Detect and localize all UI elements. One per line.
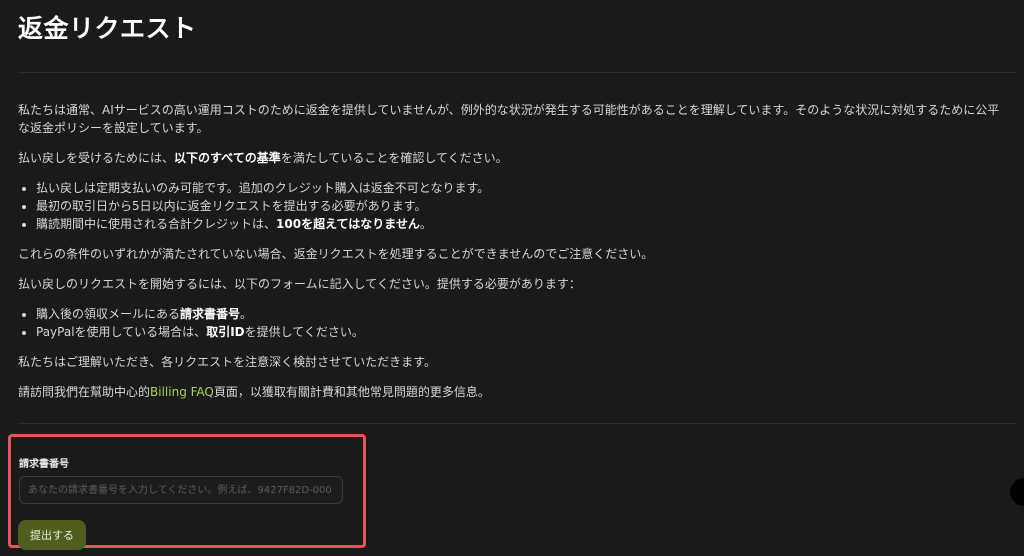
criteria-item-2: 最初の取引日から5日以内に返金リクエストを提出する必要があります。 <box>36 197 1008 215</box>
floating-circle-button[interactable] <box>1010 478 1024 506</box>
criteria-suffix: を満たしていることを確認してください。 <box>280 151 508 165</box>
instructions-paragraph: 払い戻しのリクエストを開始するには、以下のフォームに記入してください。提供する必… <box>18 277 581 291</box>
faq-prefix: 請訪問我們在幫助中心的 <box>18 385 151 399</box>
criteria-prefix: 払い戻しを受けるためには、 <box>18 151 175 165</box>
page-title: 返金リクエスト <box>18 14 197 43</box>
requirement-2-prefix: PayPalを使用している場合は、 <box>36 325 207 339</box>
intro-paragraph: 私たちは通常、AIサービスの高い運用コストのために返金を提供していませんが、例外… <box>18 103 1000 135</box>
billing-faq-link[interactable]: Billing FAQ <box>150 385 214 399</box>
requirement-item-2: PayPalを使用している場合は、取引IDを提供してください。 <box>36 323 1008 341</box>
requirements-list: 購入後の領収メールにある請求書番号。 PayPalを使用している場合は、取引ID… <box>18 305 1008 341</box>
faq-paragraph: 請訪問我們在幫助中心的Billing FAQ頁面，以獲取有關計費和其他常見問題的… <box>18 383 1008 401</box>
refund-form: 請求書番号 提出する <box>8 434 366 550</box>
criteria-item-3: 購読期間中に使用される合計クレジットは、100を超えてはなりません。 <box>36 215 1008 233</box>
requirement-2-bold: 取引ID <box>206 325 245 339</box>
criteria-item-1: 払い戻しは定期支払いのみ可能です。追加のクレジット購入は返金不可となります。 <box>36 179 1008 197</box>
header-divider <box>18 72 1016 73</box>
refund-request-page: 返金リクエスト 私たちは通常、AIサービスの高い運用コストのために返金を提供して… <box>0 0 1024 556</box>
invoice-number-input[interactable] <box>19 476 343 504</box>
criteria-paragraph: 払い戻しを受けるためには、以下のすべての基準を満たしていることを確認してください… <box>18 149 1008 167</box>
submit-button[interactable]: 提出する <box>18 520 86 550</box>
requirement-1-suffix: 。 <box>240 307 253 321</box>
criteria-item-3-bold: 100を超えてはなりません <box>276 217 420 231</box>
criteria-item-3-suffix: 。 <box>419 217 432 231</box>
form-divider <box>18 423 1016 424</box>
requirement-1-bold: 請求書番号 <box>180 307 241 321</box>
criteria-bold: 以下のすべての基準 <box>174 151 281 165</box>
closing-paragraph: 私たちはご理解いただき、各リクエストを注意深く検討させていただきます。 <box>18 355 436 369</box>
requirement-1-prefix: 購入後の領収メールにある <box>36 307 181 321</box>
refund-policy-content: 私たちは通常、AIサービスの高い運用コストのために返金を提供していませんが、例外… <box>18 101 1008 413</box>
warning-paragraph: これらの条件のいずれかが満たされていない場合、返金リクエストを処理することができ… <box>18 247 654 261</box>
requirement-2-suffix: を提供してください。 <box>244 325 364 339</box>
requirement-item-1: 購入後の領収メールにある請求書番号。 <box>36 305 1008 323</box>
invoice-number-label: 請求書番号 <box>19 459 69 470</box>
criteria-item-3-prefix: 購読期間中に使用される合計クレジットは、 <box>36 217 277 231</box>
criteria-list: 払い戻しは定期支払いのみ可能です。追加のクレジット購入は返金不可となります。 最… <box>18 179 1008 233</box>
faq-suffix: 頁面，以獲取有關計費和其他常見問題的更多信息。 <box>213 385 490 399</box>
